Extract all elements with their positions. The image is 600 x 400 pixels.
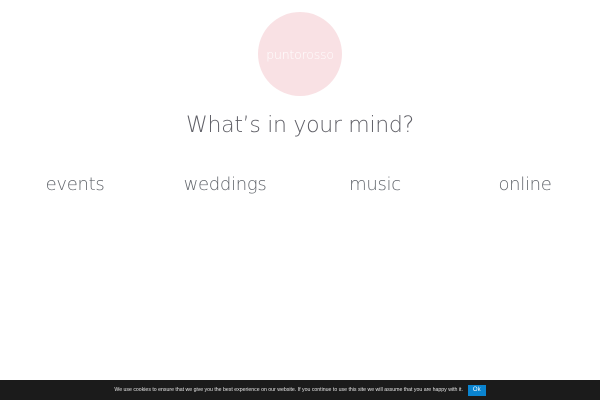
nav-link-online[interactable]: online bbox=[450, 174, 600, 195]
logo-text: puntorosso bbox=[266, 47, 334, 62]
cookie-notice-bar: We use cookies to ensure that we give yo… bbox=[0, 380, 600, 400]
cookie-notice-text: We use cookies to ensure that we give yo… bbox=[114, 387, 463, 393]
cookie-ok-button[interactable]: Ok bbox=[467, 384, 486, 396]
nav-link-events[interactable]: events bbox=[0, 174, 150, 195]
category-nav: events weddings music online bbox=[0, 174, 600, 200]
nav-link-weddings[interactable]: weddings bbox=[150, 174, 300, 195]
logo-word-rosso: rosso bbox=[301, 46, 334, 62]
logo[interactable]: puntorosso bbox=[258, 12, 342, 96]
logo-word-punto: punto bbox=[266, 46, 302, 62]
page-headline: What’s in your mind? bbox=[186, 113, 414, 138]
nav-link-music[interactable]: music bbox=[300, 174, 450, 195]
page: puntorosso What’s in your mind? events w… bbox=[0, 0, 600, 400]
